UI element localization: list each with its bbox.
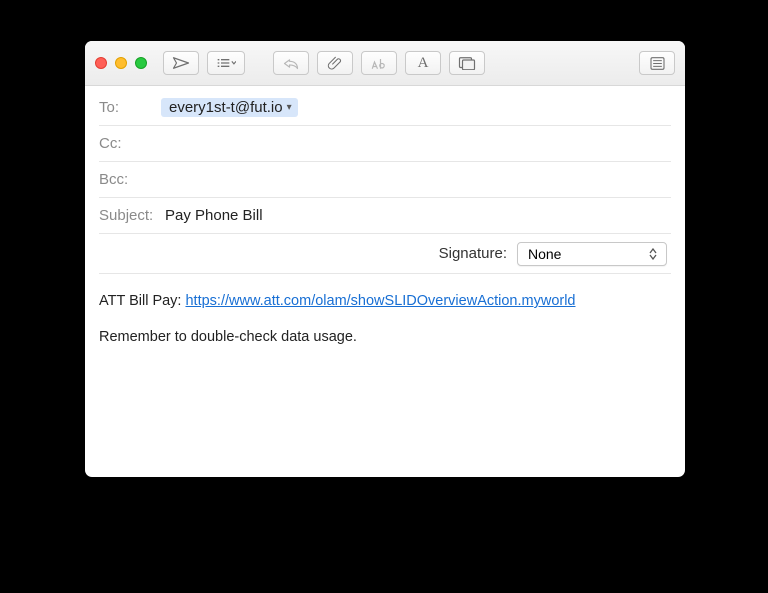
font-icon: A <box>418 55 429 72</box>
reply-icon <box>282 57 300 70</box>
compose-window: A To: every1st-t@fut.io ▾ Cc: Bcc: <box>85 41 685 477</box>
subject-input[interactable] <box>165 207 671 224</box>
signature-label: Signature: <box>439 245 507 262</box>
close-window-button[interactable] <box>95 57 107 69</box>
titlebar: A <box>85 41 685 86</box>
markup-icon <box>370 56 388 71</box>
stepper-arrows-icon <box>646 245 660 263</box>
recipient-token[interactable]: every1st-t@fut.io ▾ <box>161 98 298 117</box>
cc-field-row[interactable]: Cc: <box>99 126 671 162</box>
paperclip-icon <box>327 55 343 71</box>
header-options-icon <box>216 57 236 69</box>
header-fields: To: every1st-t@fut.io ▾ Cc: Bcc: Subject… <box>85 86 685 274</box>
header-fields-button[interactable] <box>207 51 245 75</box>
att-bill-pay-link[interactable]: https://www.att.com/olam/showSLIDOvervie… <box>185 293 575 309</box>
reply-button[interactable] <box>273 51 309 75</box>
signature-value: None <box>528 246 561 262</box>
subject-field-row[interactable]: Subject: <box>99 198 671 234</box>
to-field-row[interactable]: To: every1st-t@fut.io ▾ <box>99 90 671 126</box>
body-line-1-text: ATT Bill Pay: <box>99 293 185 309</box>
minimize-window-button[interactable] <box>115 57 127 69</box>
photo-browser-icon <box>458 56 476 70</box>
send-icon <box>172 56 190 70</box>
to-label: To: <box>99 99 161 116</box>
recipient-email: every1st-t@fut.io <box>169 99 283 116</box>
bcc-field-row[interactable]: Bcc: <box>99 162 671 198</box>
window-controls <box>95 57 147 69</box>
chevron-down-icon: ▾ <box>287 102 292 113</box>
zoom-window-button[interactable] <box>135 57 147 69</box>
body-line-2: Remember to double-check data usage. <box>99 326 671 348</box>
bcc-label: Bcc: <box>99 171 161 188</box>
format-button[interactable]: A <box>405 51 441 75</box>
body-line-1: ATT Bill Pay: https://www.att.com/olam/s… <box>99 290 671 312</box>
message-body[interactable]: ATT Bill Pay: https://www.att.com/olam/s… <box>85 274 685 477</box>
photo-browser-button[interactable] <box>449 51 485 75</box>
sidebar-toggle-button[interactable] <box>639 51 675 75</box>
subject-label: Subject: <box>99 207 165 224</box>
list-icon <box>650 57 665 70</box>
signature-row: Signature: None <box>99 234 671 274</box>
cc-label: Cc: <box>99 135 161 152</box>
markup-button[interactable] <box>361 51 397 75</box>
attach-button[interactable] <box>317 51 353 75</box>
signature-select[interactable]: None <box>517 242 667 266</box>
send-button[interactable] <box>163 51 199 75</box>
